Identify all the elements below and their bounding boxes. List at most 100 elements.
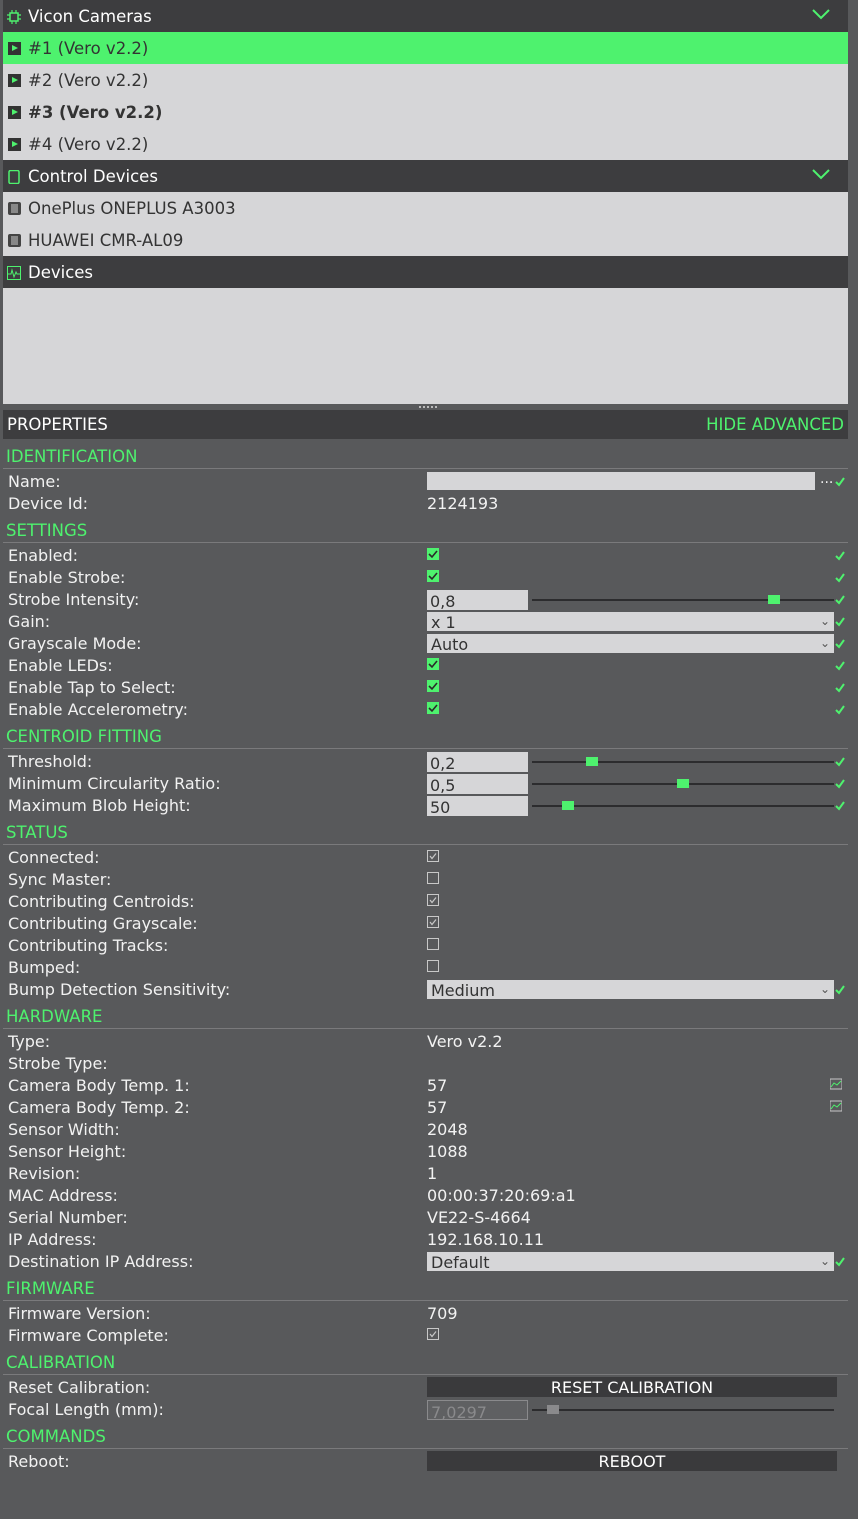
prop-mac: MAC Address: 00:00:37:20:69:a1 bbox=[3, 1185, 848, 1207]
prop-label: Sync Master: bbox=[8, 870, 112, 889]
prop-label: Device Id: bbox=[8, 494, 89, 513]
prop-label: Connected: bbox=[8, 848, 100, 867]
prop-strobe-intensity: Strobe Intensity: 0,8 bbox=[3, 589, 848, 611]
tree-item-camera-2[interactable]: #2 (Vero v2.2) bbox=[3, 64, 848, 96]
tree-item-camera-4[interactable]: #4 (Vero v2.2) bbox=[3, 128, 848, 160]
prop-label: MAC Address: bbox=[8, 1186, 118, 1205]
ellipsis-button[interactable]: ... bbox=[820, 471, 833, 487]
tree-item-control-device-2[interactable]: HUAWEI CMR-AL09 bbox=[3, 224, 848, 256]
camera-chip-icon bbox=[7, 9, 21, 24]
reboot-button[interactable]: REBOOT bbox=[427, 1451, 837, 1471]
check-icon bbox=[835, 801, 845, 811]
prop-label: Enable LEDs: bbox=[8, 656, 113, 675]
prop-label: Camera Body Temp. 1: bbox=[8, 1076, 190, 1095]
prop-enable-strobe: Enable Strobe: bbox=[3, 567, 848, 589]
prop-value: 57 bbox=[427, 1098, 448, 1117]
graph-icon[interactable] bbox=[830, 1099, 842, 1113]
max-blob-height-slider[interactable] bbox=[532, 801, 834, 810]
prop-enable-accelerometry: Enable Accelerometry: bbox=[3, 699, 848, 721]
tree-item-label: #3 (Vero v2.2) bbox=[28, 102, 163, 122]
group-control-devices[interactable]: Control Devices bbox=[3, 160, 848, 192]
prop-fw-version: Firmware Version: 709 bbox=[3, 1303, 848, 1325]
check-icon bbox=[835, 683, 845, 693]
tree-item-camera-1[interactable]: #1 (Vero v2.2) bbox=[3, 32, 848, 64]
prop-label: Contributing Centroids: bbox=[8, 892, 195, 911]
group-title: Vicon Cameras bbox=[28, 6, 152, 26]
prop-type: Type: Vero v2.2 bbox=[3, 1031, 848, 1053]
enable-leds-checkbox[interactable] bbox=[427, 658, 439, 670]
strobe-intensity-slider[interactable] bbox=[532, 595, 834, 604]
prop-value: 709 bbox=[427, 1304, 458, 1323]
grayscale-mode-select[interactable]: Auto ⌄ bbox=[427, 634, 834, 654]
prop-grayscale-mode: Grayscale Mode: Auto ⌄ bbox=[3, 633, 848, 655]
slider-thumb[interactable] bbox=[562, 801, 575, 810]
min-circularity-slider[interactable] bbox=[532, 779, 834, 788]
prop-label: Revision: bbox=[8, 1164, 81, 1183]
gain-select[interactable]: x 1 ⌄ bbox=[427, 612, 834, 632]
slider-thumb[interactable] bbox=[767, 595, 780, 604]
section-status: STATUS bbox=[3, 820, 848, 845]
check-icon bbox=[835, 617, 845, 627]
tree-item-camera-3[interactable]: #3 (Vero v2.2) bbox=[3, 96, 848, 128]
prop-reset-calibration: Reset Calibration: RESET CALIBRATION bbox=[3, 1377, 848, 1399]
tree-item-label: #4 (Vero v2.2) bbox=[28, 134, 149, 154]
threshold-slider[interactable] bbox=[532, 757, 834, 766]
chevron-down-icon: ⌄ bbox=[819, 1254, 830, 1268]
strobe-intensity-input[interactable]: 0,8 bbox=[427, 590, 528, 611]
prop-sensor-height: Sensor Height: 1088 bbox=[3, 1141, 848, 1163]
enable-strobe-checkbox[interactable] bbox=[427, 570, 439, 582]
section-identification: IDENTIFICATION bbox=[3, 444, 848, 469]
prop-dest-ip: Destination IP Address: Default ⌄ bbox=[3, 1251, 848, 1273]
prop-label: Threshold: bbox=[8, 752, 93, 771]
dest-ip-select[interactable]: Default ⌄ bbox=[427, 1252, 834, 1272]
group-devices[interactable]: Devices bbox=[3, 256, 848, 288]
prop-label: Reboot: bbox=[8, 1452, 70, 1471]
enable-accelerometry-checkbox[interactable] bbox=[427, 702, 439, 714]
check-icon bbox=[835, 551, 845, 561]
contrib-grayscale-checkbox bbox=[427, 916, 439, 928]
prop-connected: Connected: bbox=[3, 847, 848, 869]
chevron-down-icon[interactable] bbox=[812, 167, 830, 181]
connected-checkbox bbox=[427, 850, 439, 862]
prop-value: 192.168.10.11 bbox=[427, 1230, 545, 1249]
chevron-down-icon: ⌄ bbox=[819, 636, 830, 650]
enabled-checkbox[interactable] bbox=[427, 548, 439, 560]
prop-sensor-width: Sensor Width: 2048 bbox=[3, 1119, 848, 1141]
select-value: Medium bbox=[431, 981, 495, 1000]
prop-label: Gain: bbox=[8, 612, 51, 631]
prop-device-id: Device Id: 2124193 bbox=[3, 493, 848, 515]
prop-value: Vero v2.2 bbox=[427, 1032, 503, 1051]
fw-complete-checkbox bbox=[427, 1328, 439, 1340]
slider-thumb[interactable] bbox=[677, 779, 689, 788]
prop-min-circularity: Minimum Circularity Ratio: 0,5 bbox=[3, 773, 848, 795]
hide-advanced-button[interactable]: HIDE ADVANCED bbox=[706, 415, 844, 434]
group-vicon-cameras[interactable]: Vicon Cameras bbox=[3, 0, 848, 32]
prop-label: Maximum Blob Height: bbox=[8, 796, 191, 815]
graph-icon[interactable] bbox=[830, 1077, 842, 1091]
name-input[interactable] bbox=[427, 472, 815, 490]
check-icon bbox=[835, 477, 845, 487]
prop-label: Contributing Grayscale: bbox=[8, 914, 198, 933]
prop-contrib-grayscale: Contributing Grayscale: bbox=[3, 913, 848, 935]
tree-item-control-device-1[interactable]: OnePlus ONEPLUS A3003 bbox=[3, 192, 848, 224]
section-calibration: CALIBRATION bbox=[3, 1350, 848, 1375]
play-icon bbox=[8, 41, 21, 55]
slider-thumb[interactable] bbox=[586, 757, 599, 766]
device-tree: Vicon Cameras #1 (Vero v2.2) #2 (Vero v2… bbox=[3, 0, 848, 404]
prop-contrib-centroids: Contributing Centroids: bbox=[3, 891, 848, 913]
prop-label: Grayscale Mode: bbox=[8, 634, 142, 653]
check-icon bbox=[835, 595, 845, 605]
prop-label: Serial Number: bbox=[8, 1208, 128, 1227]
max-blob-height-input[interactable]: 50 bbox=[427, 796, 528, 817]
prop-enable-tap: Enable Tap to Select: bbox=[3, 677, 848, 699]
reset-calibration-button[interactable]: RESET CALIBRATION bbox=[427, 1377, 837, 1397]
prop-value: 57 bbox=[427, 1076, 448, 1095]
enable-tap-checkbox[interactable] bbox=[427, 680, 439, 692]
prop-label: Reset Calibration: bbox=[8, 1378, 151, 1397]
min-circularity-input[interactable]: 0,5 bbox=[427, 774, 528, 795]
bump-sensitivity-select[interactable]: Medium ⌄ bbox=[427, 980, 834, 1000]
chevron-down-icon[interactable] bbox=[812, 7, 830, 21]
select-value: Auto bbox=[431, 635, 469, 654]
prop-sync-master: Sync Master: bbox=[3, 869, 848, 891]
threshold-input[interactable]: 0,2 bbox=[427, 752, 528, 773]
